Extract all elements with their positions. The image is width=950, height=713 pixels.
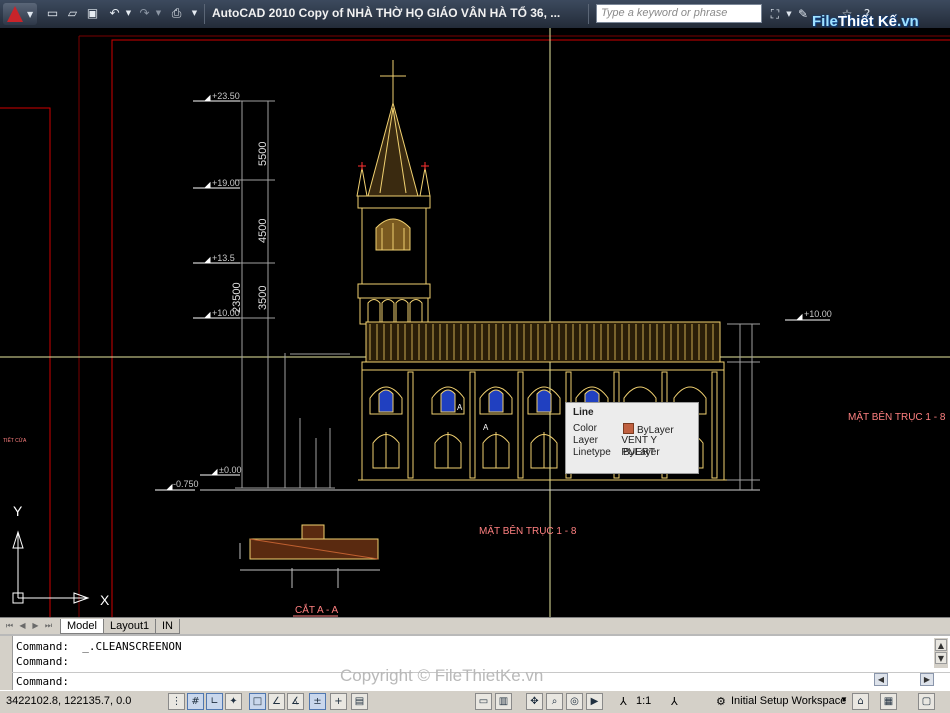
stained-glass — [378, 389, 394, 413]
open-folder-icon[interactable]: ▱ — [64, 5, 81, 22]
tooltip-row-color: Color ByLayer — [573, 423, 674, 436]
vertical-dimensions — [235, 100, 350, 489]
tooltip-title: Line — [573, 407, 594, 418]
horizontal-scroll-arrows[interactable]: ◀ ▶ — [874, 672, 934, 686]
section-detail — [239, 524, 380, 588]
rollover-tooltip: Line Color ByLayer Layer VENT Y PUERT Line… — [565, 402, 699, 474]
polar-tracking-icon[interactable]: ✦ — [225, 693, 242, 710]
toolbar-separator — [204, 4, 205, 24]
pilaster — [469, 371, 476, 479]
workspace-dropdown-icon[interactable]: ▼ — [840, 695, 848, 704]
elevation-label: -0.750 — [173, 479, 199, 489]
elevation-label: +13.5 — [212, 253, 235, 263]
title-bar: ▼ ▭ ▱ ▣ ↶ ▼ ↷ ▼ ⎙ ▼ AutoCAD 2010 Copy of… — [0, 0, 950, 42]
dimension-5500: 5500 — [257, 142, 269, 166]
stained-glass — [536, 389, 552, 413]
drawing-title: MẶT BÊN TRỤC 1 - 8 — [479, 524, 577, 537]
autocad-logo-icon — [7, 6, 23, 22]
section-title: CẮT A - A — [295, 603, 338, 616]
annotation-scale-icon[interactable]: ⅄ — [620, 695, 627, 708]
pilaster — [517, 371, 524, 479]
first-tab-icon[interactable]: ⏮ — [4, 620, 15, 631]
copyright-watermark: Copyright © FileThietKe.vn — [340, 666, 544, 685]
elevation-label: +10.00 — [212, 308, 240, 318]
redo-dropdown-icon[interactable]: ▼ — [150, 5, 167, 22]
stained-glass — [440, 389, 456, 413]
ucs-axis-y: Y — [13, 503, 23, 519]
snap-mode-icon[interactable]: ⋮ — [168, 693, 185, 710]
grid-display-icon[interactable]: # — [187, 693, 204, 710]
annotation-scale[interactable]: 1:1 — [636, 695, 651, 707]
application-menu-button[interactable]: ▼ — [3, 3, 37, 25]
dynamic-input-icon[interactable]: ± — [309, 693, 326, 710]
scroll-right-icon[interactable]: ▶ — [920, 673, 934, 686]
clean-screen-icon[interactable]: ▢ — [918, 693, 935, 710]
object-snap-icon[interactable]: □ — [249, 693, 266, 710]
elevation-label: +19.00 — [212, 178, 240, 188]
ortho-mode-icon[interactable]: ∟ — [206, 693, 223, 710]
pilaster — [407, 371, 414, 479]
chevron-down-icon: ▼ — [27, 10, 34, 19]
lineweight-icon[interactable]: + — [330, 693, 347, 710]
annotation-visibility-icon[interactable]: ⅄ — [671, 695, 678, 708]
toolbar-separator — [588, 4, 589, 24]
elevation-label: +23.50 — [212, 91, 240, 101]
plot-printer-icon[interactable]: ⎙ — [168, 5, 185, 22]
tab-layout1[interactable]: Layout1 — [103, 619, 157, 634]
command-history-line: Command: — [16, 655, 69, 668]
right-dimensions — [727, 323, 760, 490]
scroll-up-icon[interactable]: ▲ — [935, 639, 947, 651]
section-mark-a: A — [483, 423, 489, 432]
window-title: AutoCAD 2010 Copy of NHÀ THỜ HỌ GIÁO VÂN… — [212, 6, 561, 20]
steering-wheel-icon[interactable]: ◎ — [566, 693, 583, 710]
prev-tab-icon[interactable]: ◀ — [17, 620, 28, 631]
dimension-3500: 3500 — [257, 286, 269, 310]
undo-dropdown-icon[interactable]: ▼ — [120, 5, 137, 22]
scroll-down-icon[interactable]: ▼ — [935, 652, 947, 664]
elevation-label: ±0.00 — [219, 465, 241, 475]
section-mark-a: A — [457, 403, 463, 412]
quick-access-dropdown-icon[interactable]: ▼ — [186, 5, 203, 22]
zoom-icon[interactable]: ⌕ — [546, 693, 563, 710]
status-bar: 3422102.8, 122135.7, 0.0 ⋮ # ∟ ✦ □ ∠ ∡ ±… — [0, 690, 950, 713]
church-tower — [356, 60, 431, 325]
command-history-line: Command: _.CLEANSCREENON — [16, 640, 182, 653]
elevation-label: +10.00 — [804, 309, 832, 319]
layout-tab-bar: ⏮ ◀ ▶ ⏭ Model Layout1 IN — [0, 617, 950, 634]
workspace-gear-icon[interactable]: ⚙ — [716, 695, 726, 708]
tooltip-row-layer: Layer VENT Y PUERT — [573, 435, 657, 458]
cursor-coordinates: 3422102.8, 122135.7, 0.0 — [6, 695, 132, 707]
new-file-icon[interactable]: ▭ — [44, 5, 61, 22]
dynamic-ucs-icon[interactable]: ∡ — [287, 693, 304, 710]
color-swatch — [623, 423, 634, 434]
wrench-icon[interactable]: ✎ — [794, 5, 812, 23]
tooltip-row-linetype: Linetype ByLayer — [573, 447, 660, 458]
tab-model[interactable]: Model — [60, 619, 104, 634]
model-space-icon[interactable]: ▭ — [475, 693, 492, 710]
quick-properties-icon[interactable]: ▤ — [351, 693, 368, 710]
save-icon[interactable]: ▣ — [84, 5, 101, 22]
lock-icon[interactable]: ⌂ — [852, 693, 869, 710]
next-tab-icon[interactable]: ▶ — [30, 620, 41, 631]
stained-glass — [488, 389, 504, 413]
left-label-fragment: TIẾT CỬA — [3, 437, 27, 444]
object-snap-tracking-icon[interactable]: ∠ — [268, 693, 285, 710]
search-input[interactable]: Type a keyword or phrase — [596, 4, 762, 23]
cad-drawing: 5500 4500 3500 23500 +23.50 +19.00 +13.5… — [0, 28, 950, 617]
pilaster — [711, 371, 718, 479]
command-scrollbar[interactable]: ▲ ▼ — [934, 638, 948, 668]
command-prompt: Command: — [16, 675, 69, 688]
workspace-switcher[interactable]: Initial Setup Workspace — [731, 695, 846, 707]
last-tab-icon[interactable]: ⏭ — [43, 620, 54, 631]
show-motion-icon[interactable]: ▶ — [586, 693, 603, 710]
pan-icon[interactable]: ✥ — [526, 693, 543, 710]
ucs-axis-x: X — [100, 592, 110, 608]
tab-in[interactable]: IN — [155, 619, 180, 634]
drawing-title-right: MẶT BÊN TRỤC 1 - 8 — [848, 410, 946, 423]
drawing-canvas[interactable]: 5500 4500 3500 23500 +23.50 +19.00 +13.5… — [0, 28, 950, 617]
scroll-left-icon[interactable]: ◀ — [874, 673, 888, 686]
hardware-acceleration-icon[interactable]: ▦ — [880, 693, 897, 710]
dimension-4500: 4500 — [257, 219, 269, 243]
quick-view-layouts-icon[interactable]: ▥ — [495, 693, 512, 710]
